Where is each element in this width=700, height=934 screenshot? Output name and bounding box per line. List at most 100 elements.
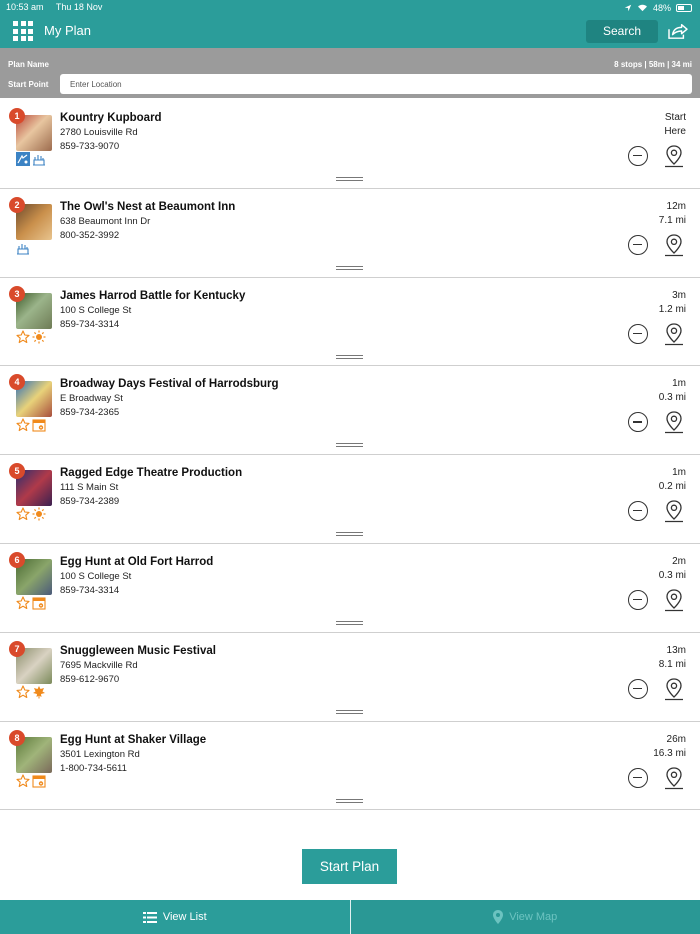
- remove-stop-button[interactable]: [628, 234, 648, 255]
- stop-name[interactable]: Broadway Days Festival of Harrodsburg: [60, 378, 279, 390]
- stop-distance: 1.2 mi: [658, 303, 686, 315]
- drag-handle[interactable]: [336, 532, 363, 537]
- menu-grid-icon[interactable]: [13, 21, 33, 41]
- stop-address: 100 S College St: [60, 570, 132, 582]
- stop-name[interactable]: Ragged Edge Theatre Production: [60, 467, 242, 479]
- drag-handle[interactable]: [336, 177, 363, 182]
- stop-row[interactable]: 1 Kountry Kupboard 2780 Louisville Rd 85…: [0, 100, 700, 189]
- stop-name[interactable]: Kountry Kupboard: [60, 112, 162, 124]
- stop-name[interactable]: Snuggleween Music Festival: [60, 645, 216, 657]
- map-pin-icon[interactable]: [664, 322, 684, 346]
- map-pin-icon[interactable]: [664, 410, 684, 434]
- map-pin-icon[interactable]: [664, 588, 684, 612]
- stop-distance: 7.1 mi: [658, 214, 686, 226]
- stop-name[interactable]: Egg Hunt at Old Fort Harrod: [60, 556, 213, 568]
- dining-icon: [16, 241, 30, 255]
- stop-row[interactable]: 7 Snuggleween Music Festival 7695 Mackvi…: [0, 632, 700, 722]
- stop-distance: Here: [664, 126, 686, 137]
- stop-name[interactable]: James Harrod Battle for Kentucky: [60, 290, 245, 302]
- drag-handle[interactable]: [336, 354, 363, 360]
- stop-phone[interactable]: 859-733-9070: [60, 141, 119, 152]
- plan-summary: 8 stops | 58m | 34 mi: [614, 60, 692, 69]
- stop-row[interactable]: 3 James Harrod Battle for Kentucky 100 S…: [0, 277, 700, 367]
- map-pin-icon: [493, 910, 504, 924]
- stop-categories: [16, 241, 30, 255]
- wifi-icon: [638, 4, 647, 12]
- stop-row[interactable]: 6 Egg Hunt at Old Fort Harrod 100 S Coll…: [0, 543, 700, 633]
- start-plan-button[interactable]: Start Plan: [302, 849, 397, 884]
- star-icon: [16, 418, 30, 432]
- remove-stop-button[interactable]: [628, 678, 648, 699]
- stop-address: 2780 Louisville Rd: [60, 127, 138, 138]
- star-icon: [16, 774, 30, 788]
- stop-row[interactable]: 2 The Owl's Nest at Beaumont Inn 638 Bea…: [0, 188, 700, 278]
- stop-phone[interactable]: 859-734-3314: [60, 585, 119, 596]
- remove-stop-button[interactable]: [628, 323, 648, 344]
- star-icon: [16, 596, 30, 610]
- drag-handle[interactable]: [336, 709, 363, 715]
- stop-travel-time: 1m: [672, 467, 686, 479]
- stop-distance: 8.1 mi: [658, 658, 686, 670]
- list-icon: [142, 911, 157, 923]
- sun-icon: [32, 507, 46, 521]
- calendar-icon: [32, 774, 46, 788]
- stop-categories: [16, 507, 46, 521]
- calendar-icon: [32, 596, 46, 610]
- tab-view-list[interactable]: View List: [0, 900, 351, 934]
- drag-handle[interactable]: [336, 443, 363, 448]
- remove-stop-button[interactable]: [628, 767, 648, 788]
- share-icon[interactable]: [667, 22, 689, 40]
- stop-address: 100 S College St: [60, 304, 132, 316]
- map-pin-icon[interactable]: [664, 233, 684, 257]
- star-icon: [16, 685, 30, 699]
- battery-icon: [676, 4, 692, 12]
- stop-number-badge: 3: [9, 285, 25, 302]
- start-point-input[interactable]: [60, 74, 692, 94]
- app-header: 10:53 am Thu 18 Nov 48% My Plan Search: [0, 0, 700, 48]
- stop-travel-time: 3m: [672, 289, 686, 301]
- drag-handle[interactable]: [336, 798, 363, 804]
- stop-phone[interactable]: 859-612-9670: [60, 674, 119, 685]
- stop-distance: 0.2 mi: [658, 481, 686, 493]
- stop-address: 111 S Main St: [60, 482, 119, 494]
- tab-view-map[interactable]: View Map: [350, 900, 700, 934]
- remove-stop-button[interactable]: [628, 146, 648, 166]
- stop-categories: [16, 685, 46, 699]
- stop-phone[interactable]: 859-734-2389: [60, 496, 119, 507]
- stop-row[interactable]: 4 Broadway Days Festival of Harrodsburg …: [0, 366, 700, 456]
- battery-percent: 48%: [652, 3, 671, 13]
- stop-phone[interactable]: 859-734-2365: [60, 407, 119, 418]
- remove-stop-button[interactable]: [628, 589, 648, 610]
- shopping-icon: [16, 152, 30, 166]
- map-pin-icon[interactable]: [664, 677, 684, 701]
- drag-handle[interactable]: [336, 620, 363, 626]
- map-pin-icon[interactable]: [664, 766, 684, 790]
- stop-row[interactable]: 8 Egg Hunt at Shaker Village 3501 Lexing…: [0, 721, 700, 811]
- stop-categories: [16, 330, 46, 344]
- stop-travel-time: 2m: [672, 555, 686, 567]
- drag-handle[interactable]: [336, 265, 363, 271]
- stop-travel-time: 13m: [666, 644, 686, 656]
- stop-number-badge: 7: [9, 640, 25, 657]
- leaf-icon: [32, 685, 46, 699]
- page-title: My Plan: [44, 23, 91, 38]
- map-pin-icon[interactable]: [664, 144, 684, 168]
- stop-categories: [16, 596, 46, 610]
- remove-stop-button[interactable]: [628, 412, 648, 433]
- stop-distance: 0.3 mi: [658, 569, 686, 581]
- stop-phone[interactable]: 859-734-3314: [60, 319, 119, 330]
- stop-name[interactable]: Egg Hunt at Shaker Village: [60, 734, 206, 746]
- map-pin-icon[interactable]: [664, 499, 684, 523]
- dining-icon: [32, 152, 46, 166]
- stop-row[interactable]: 5 Ragged Edge Theatre Production 111 S M…: [0, 455, 700, 544]
- search-button[interactable]: Search: [586, 20, 658, 43]
- start-point-label: Start Point: [8, 80, 49, 89]
- star-icon: [16, 507, 30, 521]
- remove-stop-button[interactable]: [628, 501, 648, 522]
- bottom-nav: View List View Map: [0, 900, 700, 934]
- location-icon: [624, 4, 632, 12]
- stop-name[interactable]: The Owl's Nest at Beaumont Inn: [60, 201, 235, 213]
- stop-address: 638 Beaumont Inn Dr: [60, 215, 151, 227]
- stop-phone[interactable]: 800-352-3992: [60, 230, 119, 241]
- stop-phone[interactable]: 1-800-734-5611: [60, 763, 127, 774]
